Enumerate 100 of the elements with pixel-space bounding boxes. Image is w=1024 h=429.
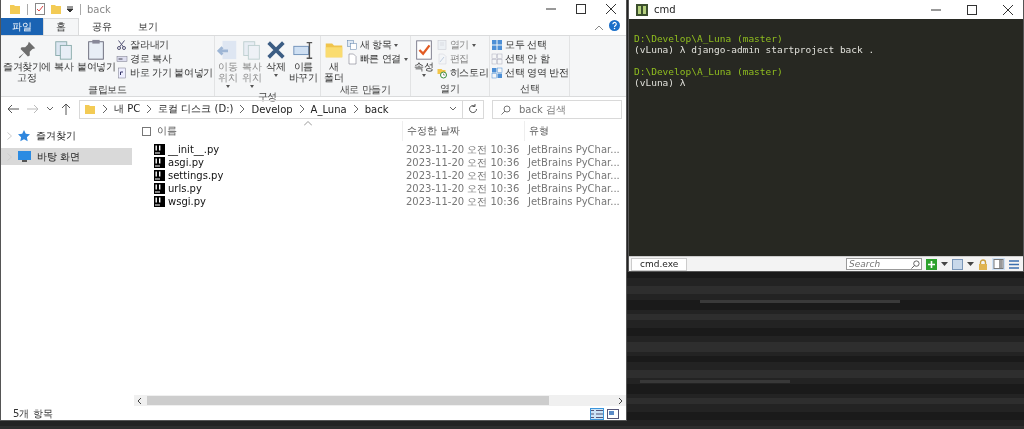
ribbon-button[interactable]: 히스토리: [435, 67, 489, 79]
chevron-icon: [298, 105, 305, 113]
chevron-icon: [239, 105, 246, 113]
ribbon-button[interactable]: 붙여넣기: [76, 38, 117, 84]
group-label: 새로 만들기: [339, 84, 391, 97]
new-item-icon: [345, 39, 358, 51]
ribbon-tab[interactable]: 파일: [1, 18, 43, 35]
column-header[interactable]: 유형: [529, 124, 549, 138]
breadcrumb[interactable]: 내 PC: [114, 102, 141, 116]
file-name[interactable]: __init__.py: [168, 144, 220, 155]
file-name[interactable]: asgi.py: [168, 157, 204, 168]
ribbon-button[interactable]: 새 항목: [345, 39, 409, 51]
back-icon[interactable]: [7, 104, 19, 114]
window-title: cmd: [654, 4, 676, 15]
sidebar-item[interactable]: 즐겨찾기: [1, 127, 132, 144]
details-view-button[interactable]: [590, 407, 604, 420]
copy-icon: [53, 39, 75, 61]
file-name[interactable]: wsgi.py: [168, 196, 206, 207]
group-label: 선택: [520, 83, 540, 96]
checkbox[interactable]: [142, 126, 151, 136]
chevron-icon: [102, 105, 108, 113]
chevron-icon: [47, 105, 53, 113]
console-tab[interactable]: cmd.exe: [631, 257, 688, 271]
column-header[interactable]: 이름: [157, 124, 177, 138]
chevron-icon: [352, 105, 359, 113]
command-line: (vLuna) λ django-admin startproject back .: [634, 44, 876, 55]
table-cell-text: JetBrains PyChar...: [526, 195, 621, 208]
up-icon[interactable]: [61, 103, 71, 115]
chevron-icon: [146, 105, 153, 113]
ribbon-button[interactable]: 바로 가기 붙여넣기: [116, 67, 213, 79]
rename-icon: [292, 39, 315, 61]
page-icon: [345, 53, 358, 65]
group-label: 클립보드: [88, 84, 127, 97]
ribbon-button[interactable]: 선택 영역 반전: [491, 67, 569, 79]
breadcrumb[interactable]: Develop: [251, 103, 293, 115]
ribbon-button[interactable]: 모두 선택: [491, 39, 569, 51]
search-icon: [911, 259, 920, 269]
open-icon: [435, 39, 448, 51]
console-area[interactable]: D:\Develop\A_Luna (master) (vLuna) λ django-admin startproject back . D:\Develop\A_Luna (master) (vLuna) λ: [629, 19, 1023, 256]
search-icon: [501, 104, 511, 115]
status-text: 5개 항목: [13, 406, 53, 421]
column-header[interactable]: 수정한 날짜: [407, 124, 461, 138]
properties-icon[interactable]: [34, 3, 46, 15]
pycharm-file-icon: [154, 170, 165, 181]
pycharm-file-icon: [154, 183, 165, 194]
sidebar-item[interactable]: 바탕 화면: [1, 148, 132, 165]
refresh-button[interactable]: [462, 99, 484, 119]
table-cell-text: JetBrains PyChar...: [526, 156, 621, 169]
ribbon-button[interactable]: 새 폴더: [321, 38, 346, 84]
large-icons-view-button[interactable]: [606, 407, 620, 420]
search-field[interactable]: Search: [846, 258, 922, 270]
file-name[interactable]: urls.py: [168, 183, 202, 194]
ribbon-button[interactable]: 삭제: [263, 38, 288, 91]
prompt-path: D:\Develop\A_Luna (master): [634, 66, 784, 77]
collapse-ribbon-icon[interactable]: [595, 25, 603, 31]
ribbon-tab[interactable]: 보기: [125, 18, 171, 35]
shortcut-icon: [116, 67, 129, 79]
breadcrumb[interactable]: 로컬 디스크 (D:): [158, 102, 234, 116]
ribbon-button[interactable]: 이름 바꾸기: [287, 38, 319, 91]
pycharm-file-icon: [154, 196, 165, 207]
sidebar-label: 바탕 화면: [37, 149, 81, 164]
copy-to-icon: [240, 39, 263, 61]
ribbon-button[interactable]: 선택 안 함: [491, 53, 569, 65]
caret-icon[interactable]: [941, 262, 948, 266]
maximize-icon: [576, 4, 586, 14]
ribbon-tab[interactable]: 공유: [79, 18, 125, 35]
sort-icon: [304, 121, 312, 126]
chevron-icon: [450, 105, 456, 113]
command-line: (vLuna) λ: [634, 77, 687, 88]
table-cell-text: 2023-11-20 오전 10:36: [405, 143, 521, 156]
close-icon: [606, 4, 616, 14]
ribbon-button[interactable]: 잘라내기: [116, 39, 213, 51]
menu-icon[interactable]: [1009, 259, 1019, 269]
terminal-icon: [636, 3, 648, 16]
table-cell-text: 2023-11-20 오전 10:36: [405, 195, 521, 208]
pycharm-file-icon: [154, 157, 165, 168]
window-title: back: [87, 3, 111, 15]
monitor-icon: [18, 151, 31, 162]
ribbon-button[interactable]: 복사: [52, 38, 76, 84]
ribbon-button[interactable]: 빠른 연결: [345, 53, 409, 65]
prompt-path: D:\Develop\A_Luna (master): [634, 33, 784, 44]
details-icon: [591, 408, 603, 419]
scrollbar[interactable]: [134, 395, 626, 406]
maximize-icon: [967, 4, 977, 15]
breadcrumb[interactable]: A_Luna: [310, 103, 347, 115]
path-icon: [116, 53, 129, 65]
breadcrumb[interactable]: back: [364, 103, 389, 115]
pycharm-file-icon: [154, 144, 165, 155]
ribbon-button[interactable]: 속성: [411, 38, 436, 83]
ribbon-button[interactable]: 경로 복사: [116, 53, 213, 65]
file-name[interactable]: settings.py: [168, 170, 224, 181]
table-cell-text: JetBrains PyChar...: [526, 182, 621, 195]
dropdown-icon[interactable]: [66, 4, 74, 14]
ribbon-button[interactable]: 즐겨찾기에 고정: [2, 38, 52, 84]
grid-icon: [491, 53, 504, 65]
ribbon-tab[interactable]: 홈: [43, 18, 79, 35]
panel-icon[interactable]: [992, 258, 1005, 270]
caret-icon[interactable]: [967, 262, 974, 266]
help-icon[interactable]: [609, 20, 620, 31]
group-label: 열기: [440, 83, 460, 96]
